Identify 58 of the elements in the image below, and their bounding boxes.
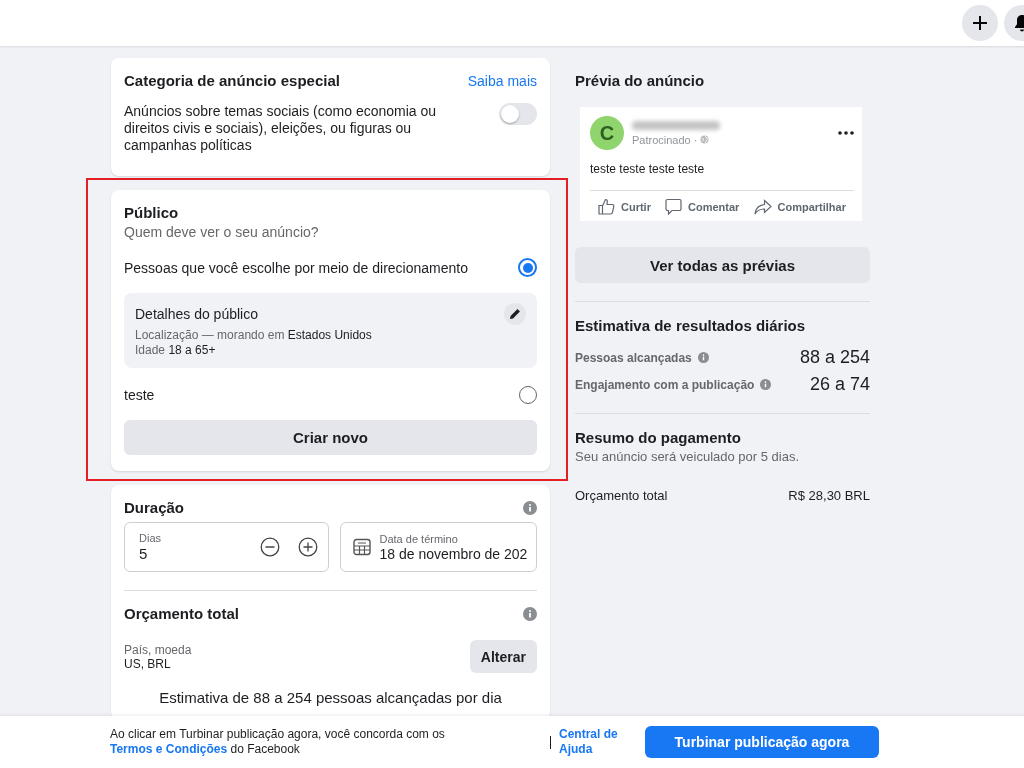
payment-subtitle: Seu anúncio será veiculado por 5 dias. (575, 449, 801, 464)
help-center-link[interactable]: Central de Ajuda (559, 727, 629, 757)
section-title: Categoria de anúncio especial (124, 72, 340, 89)
info-icon (697, 352, 709, 363)
minus-circle-icon[interactable] (259, 537, 280, 557)
info-icon (523, 606, 537, 621)
terms-notice: Ao clicar em Turbinar publicação agora, você concorda com os Termos e Condições do Facebook (110, 727, 446, 757)
radio-button[interactable] (518, 258, 537, 277)
plus-circle-icon[interactable] (297, 537, 318, 557)
toggle-switch[interactable] (499, 103, 537, 125)
thumbs-up-icon (598, 198, 615, 215)
metric-value: 88 a 254 (799, 347, 870, 368)
location-detail: Localização — morando em Estados Unidos (135, 328, 373, 343)
section-title: Estimativa de resultados diários (575, 317, 807, 334)
info-icon (760, 379, 772, 390)
metric-value: 26 a 74 (809, 374, 870, 395)
edit-button[interactable] (504, 303, 526, 325)
more-icon[interactable] (838, 131, 854, 135)
total-budget-label: Orçamento total (575, 488, 668, 503)
end-date-field[interactable]: Data de término 18 de novembro de 202 (339, 522, 537, 572)
post-text: teste teste teste teste (590, 162, 706, 176)
like-action[interactable]: Curtir (598, 198, 651, 215)
audience-option-label: teste (124, 387, 155, 403)
metric-label: Engajamento com a publicação (575, 377, 755, 392)
all-previews-button[interactable]: Ver todas as prévias (575, 247, 870, 283)
age-detail: Idade 18 a 65+ (135, 343, 217, 358)
section-title: Público (124, 204, 180, 221)
learn-more-link[interactable]: Saiba mais (467, 72, 537, 89)
section-subtitle: Quem deve ver o seu anúncio? (124, 224, 320, 240)
category-description: Anúncios sobre temas sociais (como economia ou direitos civis e sociais), eleições, ou figuras ou campanhas políticas (124, 103, 438, 154)
change-button[interactable]: Alterar (469, 640, 537, 673)
globe-icon (700, 135, 710, 144)
create-button[interactable] (962, 5, 998, 41)
create-new-button[interactable]: Criar novo (124, 420, 537, 455)
calendar-icon (352, 538, 371, 556)
avatar: C (590, 116, 624, 150)
terms-link[interactable]: Termos e Condições (110, 742, 228, 756)
section-title: Orçamento total (124, 605, 240, 622)
section-title: Prévia do anúncio (575, 72, 706, 89)
speech-bubble-icon (665, 198, 683, 215)
section-title: Resumo do pagamento (575, 429, 742, 446)
reach-estimate: Estimativa de 88 a 254 pessoas alcançadas por dia (158, 689, 503, 706)
details-title: Detalhes do público (135, 306, 258, 322)
info-icon (523, 500, 537, 515)
pencil-icon (509, 308, 521, 320)
comment-action[interactable]: Comentar (665, 198, 740, 215)
share-action[interactable]: Compartilhar (753, 198, 846, 215)
boost-post-button[interactable]: Turbinar publicação agora (645, 726, 879, 758)
plus-icon (972, 15, 988, 31)
total-budget-value: R$ 28,30 BRL (788, 488, 870, 503)
section-title: Duração (124, 499, 185, 516)
audience-option-label: Pessoas que você escolhe por meio de direcionamento (124, 259, 468, 276)
metric-label: Pessoas alcançadas (575, 350, 692, 365)
country-label: País, moeda (124, 642, 192, 657)
country-value: US, BRL (124, 656, 172, 671)
share-arrow-icon (753, 198, 772, 215)
sponsored-label: Patrocinado · (632, 133, 830, 146)
days-field[interactable]: Dias 5 (124, 522, 329, 572)
